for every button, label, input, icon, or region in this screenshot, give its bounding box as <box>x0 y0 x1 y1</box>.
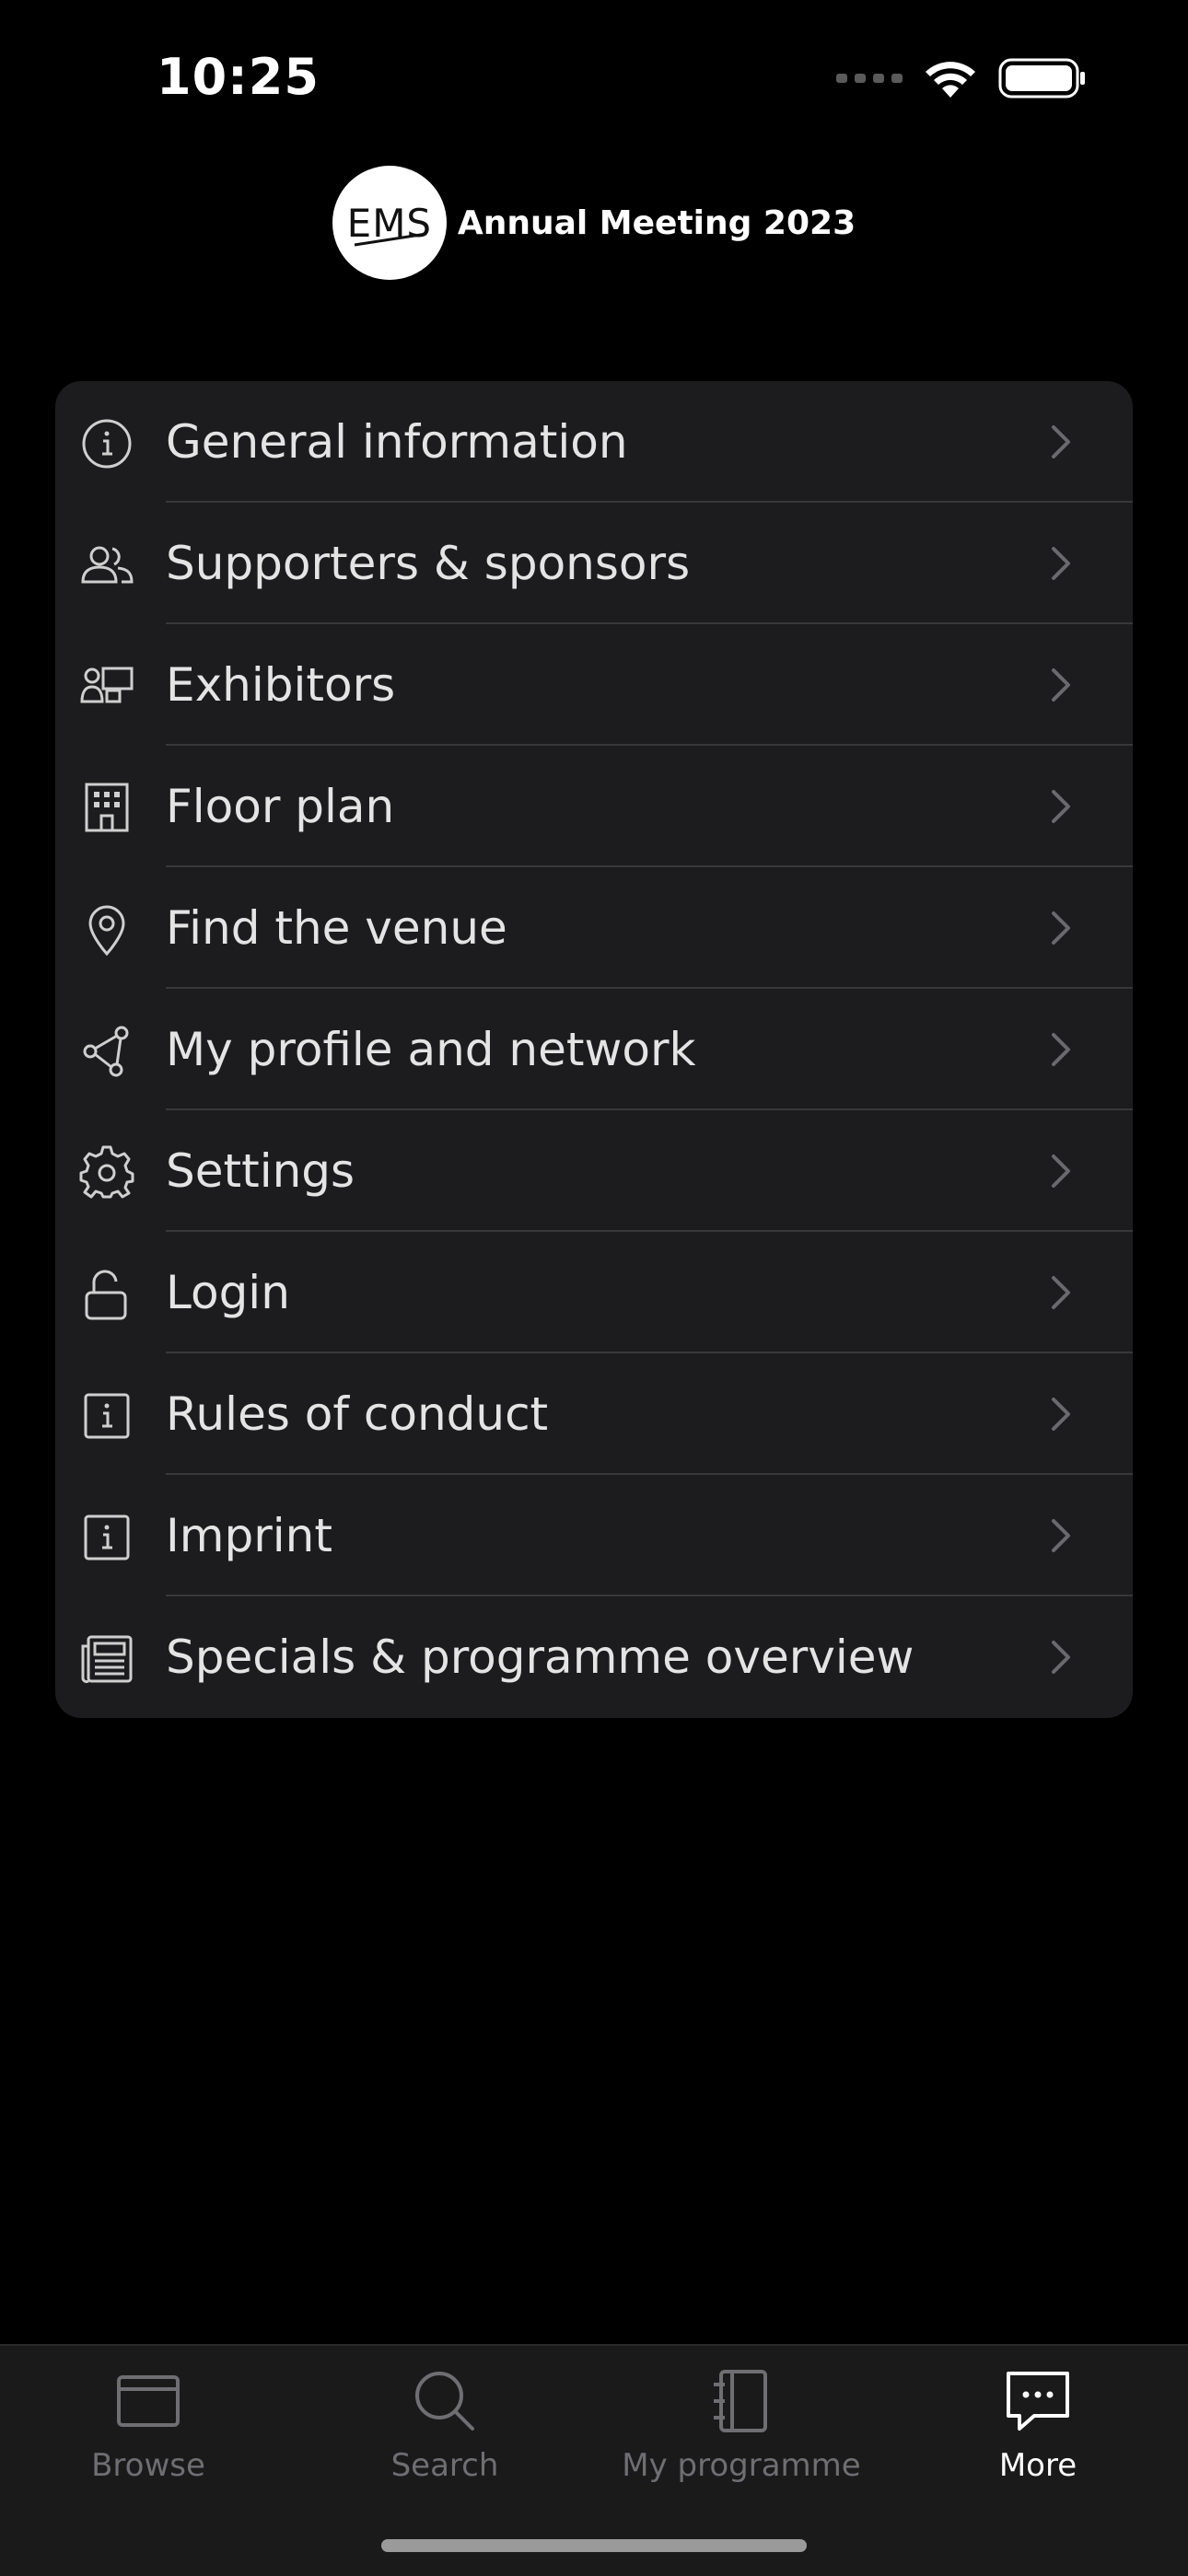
tab-my-programme[interactable]: My programme <box>593 2364 890 2502</box>
more-menu: General information Supporters & sponsor… <box>55 381 1133 1718</box>
menu-item-imprint[interactable]: Imprint <box>55 1475 1133 1596</box>
browser-window-icon <box>117 2375 180 2427</box>
menu-item-label: Floor plan <box>166 780 395 833</box>
app-header: EMS Annual Meeting 2023 <box>0 166 1188 280</box>
tab-search[interactable]: Search <box>297 2364 593 2502</box>
chevron-right-icon <box>1052 547 1070 580</box>
people-icon <box>79 538 134 593</box>
menu-item-label: Rules of conduct <box>166 1387 549 1441</box>
menu-item-label: Settings <box>166 1144 355 1198</box>
menu-item-label: Imprint <box>166 1509 332 1562</box>
menu-item-specials-programme-overview[interactable]: Specials & programme overview <box>55 1596 1133 1718</box>
tab-label: More <box>998 2447 1077 2484</box>
menu-item-label: General information <box>166 415 628 469</box>
menu-item-label: My profile and network <box>166 1023 696 1076</box>
chevron-right-icon <box>1052 1033 1070 1066</box>
menu-item-login[interactable]: Login <box>55 1232 1133 1353</box>
chevron-right-icon <box>1052 790 1070 823</box>
status-bar: 10:25 <box>0 0 1188 157</box>
chevron-right-icon <box>1052 425 1070 458</box>
chevron-right-icon <box>1052 1519 1070 1552</box>
info-circle-icon <box>79 416 134 471</box>
menu-item-label: Supporters & sponsors <box>166 537 691 590</box>
network-icon <box>79 1024 134 1079</box>
home-indicator <box>381 2539 807 2552</box>
tab-label: Search <box>390 2447 499 2484</box>
menu-item-supporters-sponsors[interactable]: Supporters & sponsors <box>55 503 1133 624</box>
ems-logo: EMS <box>332 166 447 280</box>
map-pin-icon <box>79 902 134 957</box>
chat-bubble-icon <box>1007 2372 1069 2431</box>
newspaper-icon <box>79 1631 134 1687</box>
menu-item-label: Specials & programme overview <box>166 1630 914 1684</box>
cellular-signal-icon <box>836 74 903 83</box>
tab-browse[interactable]: Browse <box>0 2364 297 2502</box>
menu-item-floor-plan[interactable]: Floor plan <box>55 746 1133 867</box>
tab-label: Browse <box>91 2447 205 2484</box>
menu-item-find-the-venue[interactable]: Find the venue <box>55 867 1133 989</box>
menu-item-rules-of-conduct[interactable]: Rules of conduct <box>55 1353 1133 1475</box>
chevron-right-icon <box>1052 1641 1070 1674</box>
chevron-right-icon <box>1052 1155 1070 1188</box>
menu-item-my-profile-network[interactable]: My profile and network <box>55 989 1133 1110</box>
chevron-right-icon <box>1052 668 1070 702</box>
menu-item-label: Exhibitors <box>166 658 396 712</box>
chevron-right-icon <box>1052 911 1070 945</box>
menu-item-label: Find the venue <box>166 901 507 955</box>
gear-icon <box>79 1145 134 1201</box>
menu-item-general-information[interactable]: General information <box>55 381 1133 503</box>
building-icon <box>79 781 134 836</box>
presenter-icon <box>79 659 134 714</box>
info-square-icon <box>79 1510 134 1565</box>
menu-item-exhibitors[interactable]: Exhibitors <box>55 624 1133 746</box>
wifi-icon <box>926 62 975 98</box>
unlock-icon <box>79 1267 134 1322</box>
magnifier-icon <box>415 2372 474 2431</box>
event-title: Annual Meeting 2023 <box>457 203 856 242</box>
tab-label: My programme <box>622 2447 861 2484</box>
status-icons <box>836 57 1087 99</box>
menu-item-settings[interactable]: Settings <box>55 1110 1133 1232</box>
info-square-icon <box>79 1388 134 1444</box>
chevron-right-icon <box>1052 1276 1070 1309</box>
chevron-right-icon <box>1052 1398 1070 1431</box>
notebook-icon <box>714 2370 767 2432</box>
battery-icon <box>998 58 1085 99</box>
status-time: 10:25 <box>157 48 320 106</box>
tab-more[interactable]: More <box>890 2364 1186 2502</box>
menu-item-label: Login <box>166 1266 290 1319</box>
